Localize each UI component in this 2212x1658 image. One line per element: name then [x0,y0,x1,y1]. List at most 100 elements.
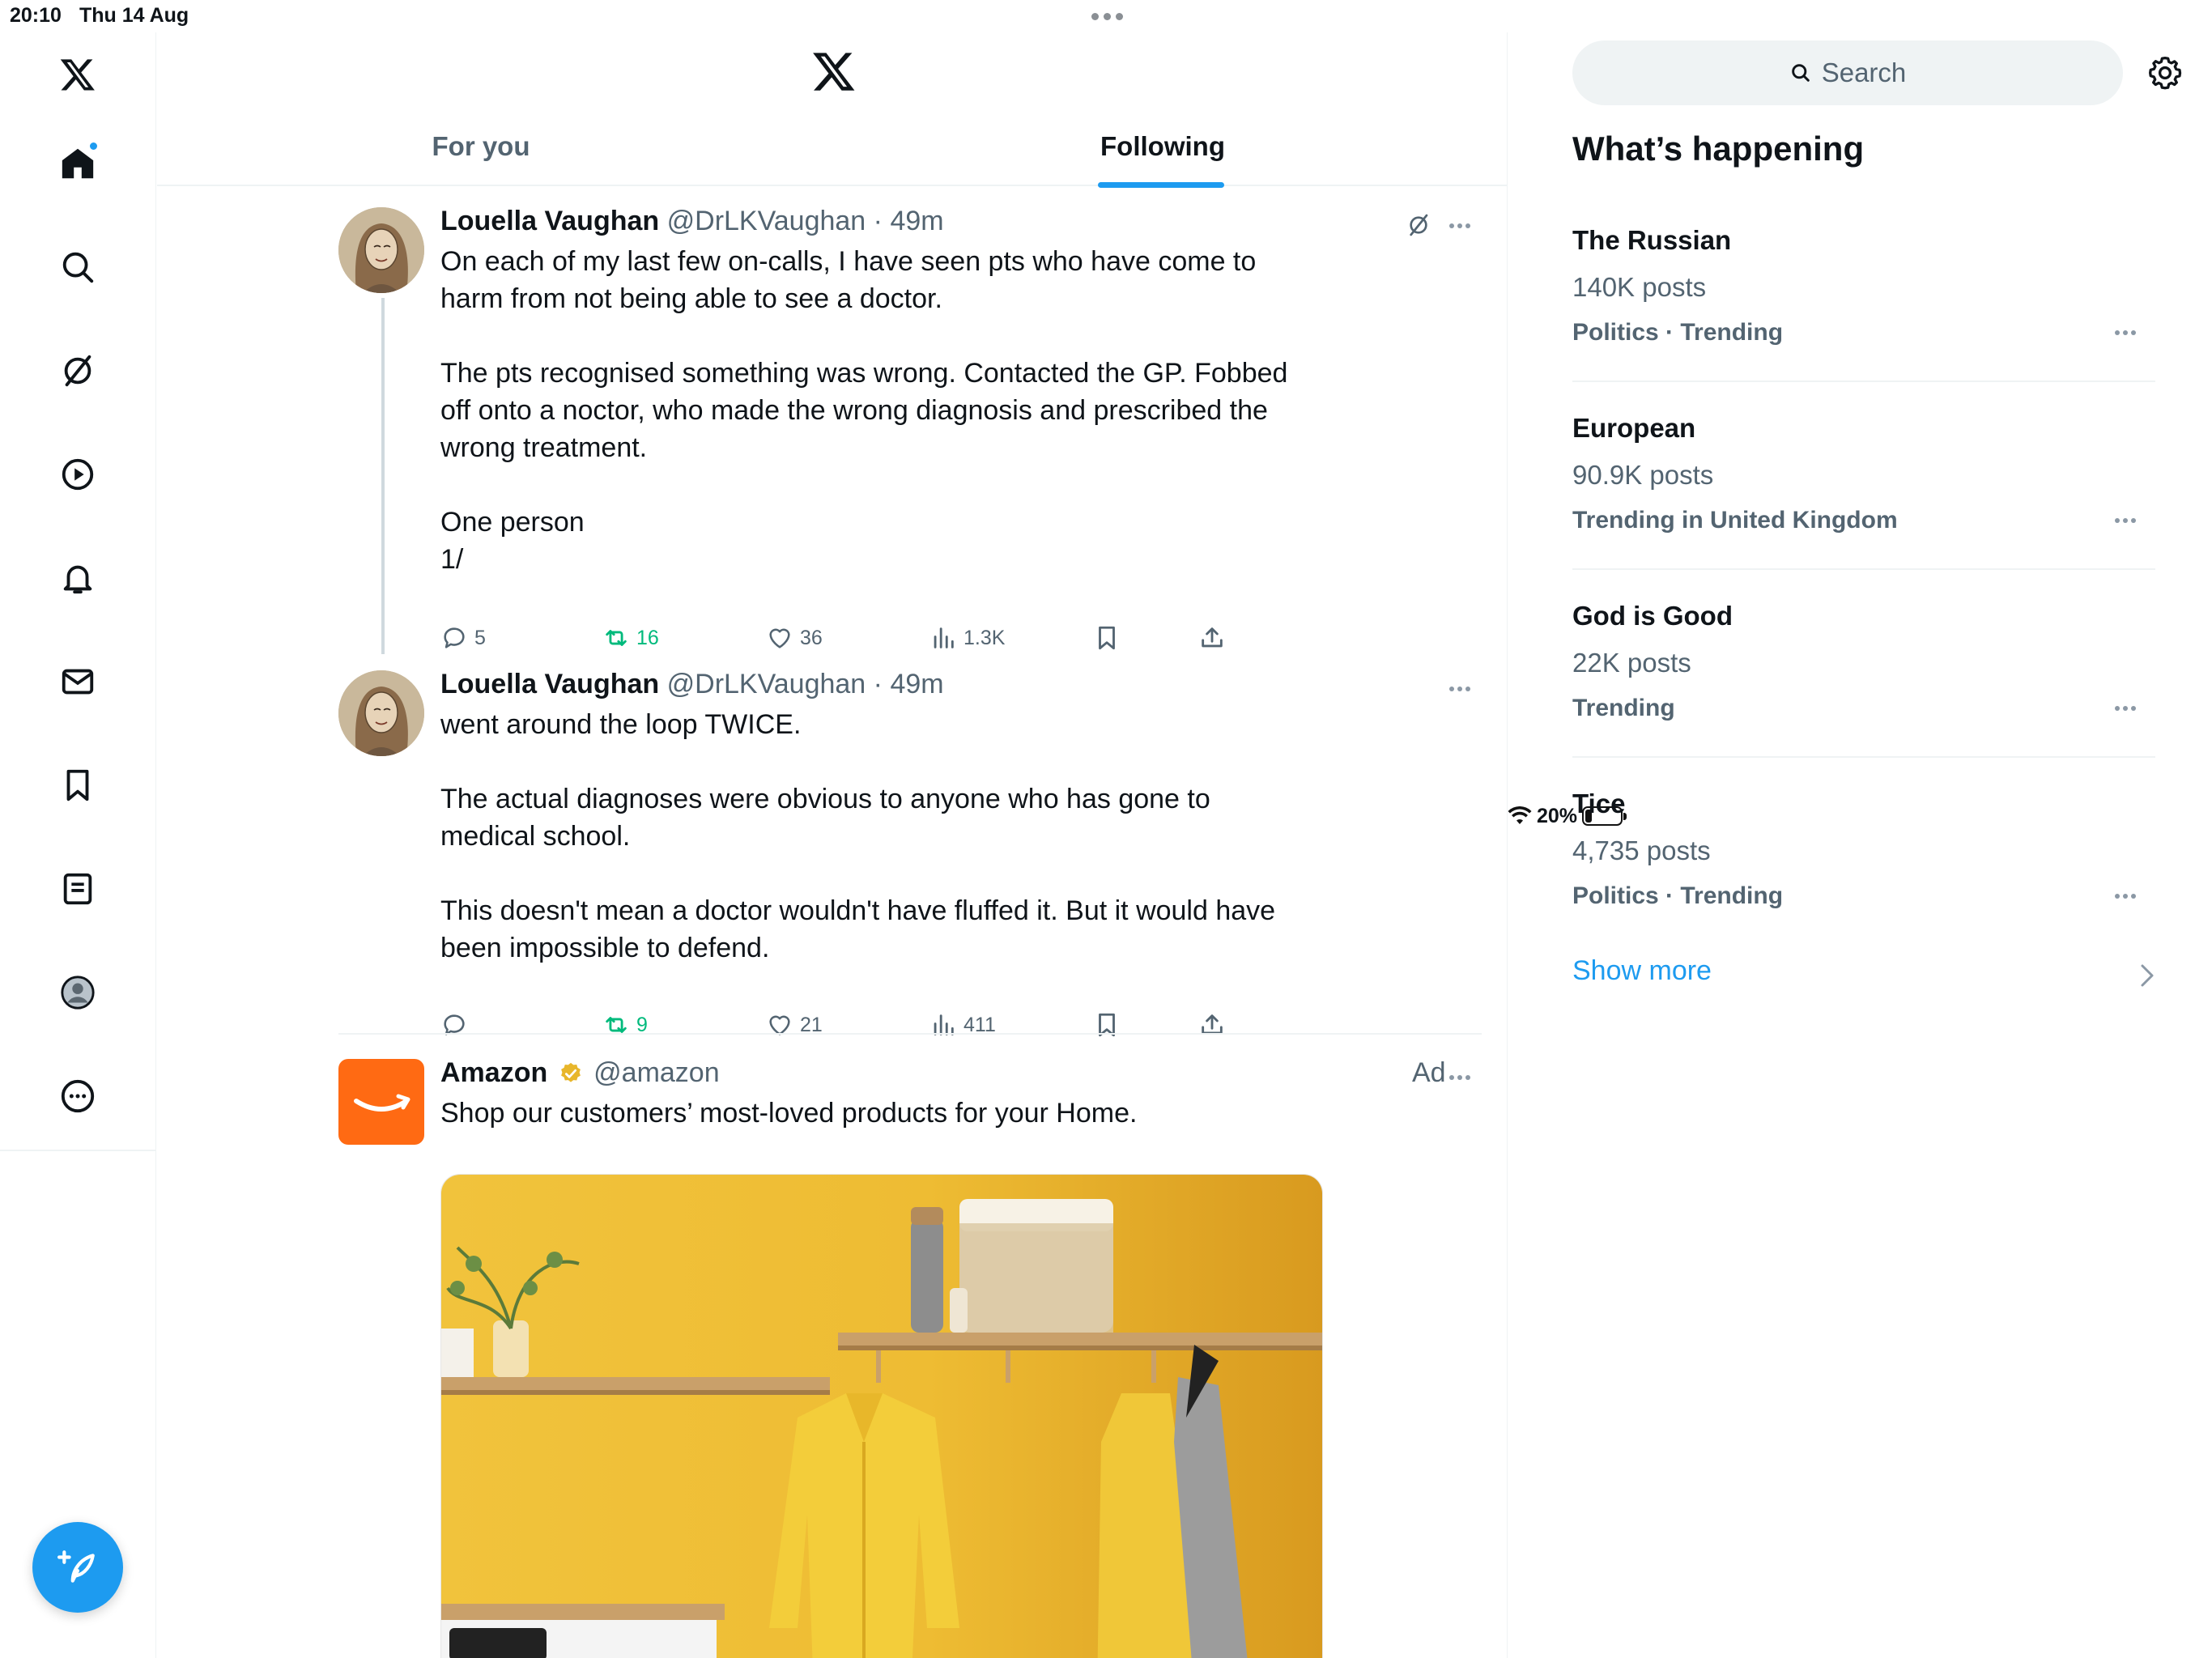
avatar[interactable] [338,670,424,756]
trend-item[interactable]: God is Good 22K posts Trending [1572,570,2155,758]
like-button[interactable]: 21 [766,1009,823,1041]
trend-count: 90.9K posts [1572,460,1714,490]
trend-more-icon[interactable] [2112,319,2139,346]
right-sidebar: Search What’s happening The Russian 140K… [1508,32,2212,1658]
trend-more-icon[interactable] [2112,695,2139,722]
post[interactable]: Louella Vaughan @DrLKVaughan · 49m went … [338,665,1482,1046]
heart-icon [769,628,790,648]
grok-icon[interactable] [1406,212,1431,238]
trend-item[interactable]: European 90.9K posts Trending in United … [1572,382,2155,570]
thread-connector [381,298,385,654]
post[interactable]: Louella Vaughan @DrLKVaughan · 49m On ea… [338,202,1482,656]
mail-icon[interactable] [45,649,110,714]
more-circle-icon[interactable] [45,1064,110,1129]
verified-badge-icon [560,1062,581,1082]
views-chart-icon [934,627,954,648]
compose-feather-icon [57,1550,95,1583]
search-icon[interactable] [45,235,110,300]
share-button[interactable] [1198,1009,1226,1041]
trend-item[interactable]: Tice 4,735 posts Politics · Trending [1572,758,2155,946]
multitasking-dots-icon[interactable] [1091,13,1127,20]
main-timeline: For you Following Louella Vaughan @DrLKV… [157,32,1508,1658]
post-separator: · [873,206,883,236]
tab-for-you[interactable]: For you [400,121,562,186]
x-logo-icon[interactable] [811,49,857,94]
bookmark-button[interactable] [1093,1009,1121,1041]
x-logo-icon[interactable] [45,42,110,107]
show-more-link[interactable]: Show more [1572,955,2155,1004]
trend-item[interactable]: The Russian 140K posts Politics · Trendi… [1572,194,2155,382]
bookmark-icon[interactable] [45,753,110,818]
reply-icon [444,627,465,648]
status-time: 20:10 [10,4,62,27]
ad-image[interactable] [440,1174,1323,1658]
promoted-post[interactable]: Amazon @amazon Ad Shop our customers’ mo… [338,1054,1482,1658]
post-author-handle[interactable]: @DrLKVaughan [667,669,866,699]
reply-button[interactable]: 5 [440,622,486,654]
tab-following[interactable]: Following [1082,121,1244,188]
trend-more-icon[interactable] [2112,882,2139,910]
search-input[interactable]: Search [1572,40,2123,105]
left-nav [0,32,156,1658]
trend-count: 22K posts [1572,648,1691,678]
search-icon [1791,64,1810,82]
trend-category: Politics · Trending [1572,319,1784,346]
trend-category: Trending [1572,695,1675,721]
repost-button[interactable]: 9 [602,1009,648,1041]
post-author-name[interactable]: Louella Vaughan [440,669,659,699]
post-author-handle[interactable]: @amazon [593,1057,719,1088]
trend-name: The Russian [1572,225,1732,255]
post-author-name[interactable]: Louella Vaughan [440,206,659,236]
trend-category: Trending in United Kingdom [1572,507,1898,534]
amazon-logo-icon[interactable] [338,1059,424,1145]
post-actions: 9 21 411 [440,1009,1274,1041]
post-more-icon[interactable] [1446,675,1474,703]
share-icon [1202,627,1223,648]
trend-name: Tice [1572,789,1626,818]
reply-button[interactable] [440,1009,474,1041]
bell-icon[interactable] [45,546,110,610]
search-placeholder: Search [1821,57,1907,87]
post-more-icon[interactable] [1446,1064,1474,1091]
views-button[interactable]: 1.3K [929,622,1005,654]
post-author-handle[interactable]: @DrLKVaughan [667,206,866,236]
compose-post-button[interactable] [32,1522,123,1613]
chevron-right-icon [2141,964,2154,987]
post-text: went around the loop TWICE. The actual d… [440,709,1276,963]
settings-gear-icon[interactable] [2147,55,2183,91]
nav-divider [0,1150,156,1151]
trend-more-icon[interactable] [2112,507,2139,534]
trend-category: Politics · Trending [1572,882,1784,909]
repost-button[interactable]: 16 [602,622,659,654]
active-tab-indicator [1098,182,1224,188]
post-more-icon[interactable] [1446,212,1474,240]
share-button[interactable] [1198,622,1226,654]
ad-label: Ad [1412,1057,1446,1088]
avatar-portrait-icon [338,207,424,293]
whats-happening-heading: What’s happening [1572,130,1865,168]
post-actions: 5 16 36 1.3K [440,622,1274,654]
post-time[interactable]: 49m [890,669,943,699]
post-divider [338,1033,1482,1035]
home-icon[interactable] [45,131,110,196]
post-text: Shop our customers’ most-loved products … [440,1098,1138,1129]
lists-icon[interactable] [45,857,110,921]
timeline-tabs: For you Following [157,121,1507,188]
post-author-name[interactable]: Amazon [440,1057,547,1088]
post-separator: · [873,669,883,699]
like-button[interactable]: 36 [766,622,823,654]
status-bar: 20:10 Thu 14 Aug 20% [0,0,2212,827]
video-icon[interactable] [45,442,110,507]
notification-dot [88,141,99,151]
profile-avatar-icon[interactable] [45,960,110,1025]
post-text: On each of my last few on-calls, I have … [440,246,1288,575]
trend-count: 140K posts [1572,272,1707,302]
views-button[interactable]: 411 [929,1009,996,1041]
avatar[interactable] [338,207,424,293]
trend-name: God is Good [1572,601,1733,631]
laundry-room-illustration [441,1175,1322,1658]
bookmark-button[interactable] [1093,622,1121,654]
grok-icon[interactable] [45,338,110,403]
trend-count: 4,735 posts [1572,835,1711,865]
post-time[interactable]: 49m [890,206,943,236]
